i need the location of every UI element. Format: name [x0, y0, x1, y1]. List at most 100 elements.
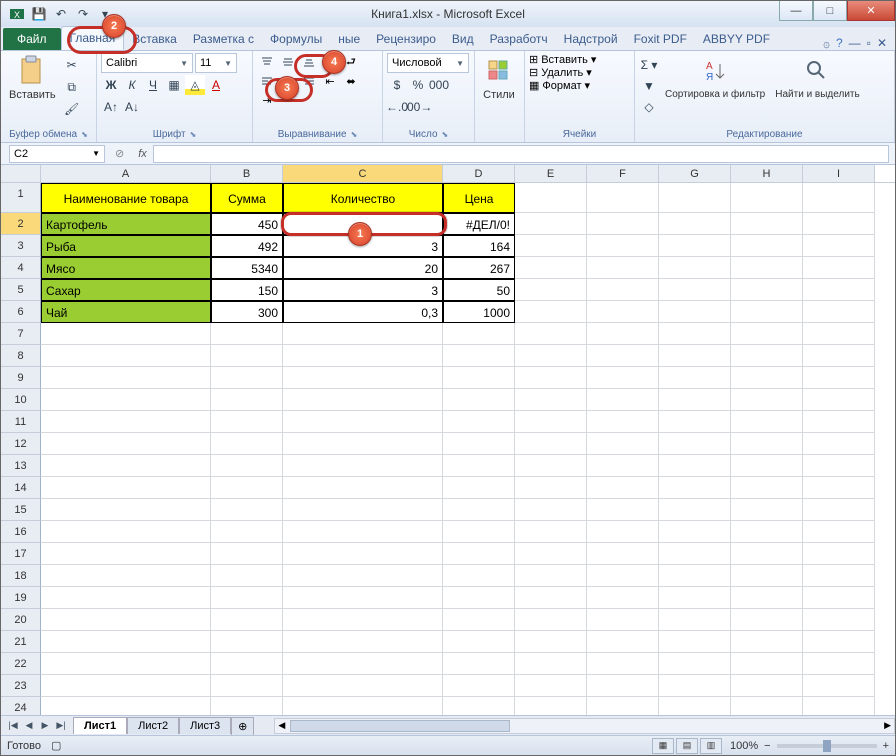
row-header[interactable]: 7 [1, 323, 41, 345]
row-header[interactable]: 3 [1, 235, 41, 257]
cell[interactable] [211, 675, 283, 697]
cell[interactable] [283, 609, 443, 631]
cell[interactable] [803, 587, 875, 609]
currency-icon[interactable]: $ [387, 75, 407, 95]
cell[interactable] [211, 345, 283, 367]
cell[interactable] [803, 521, 875, 543]
cell[interactable]: 50 [443, 279, 515, 301]
cell[interactable] [515, 653, 587, 675]
cell[interactable] [283, 411, 443, 433]
cell[interactable] [587, 675, 659, 697]
redo-icon[interactable]: ↷ [73, 4, 93, 24]
col-header-I[interactable]: I [803, 165, 875, 182]
cell[interactable] [731, 631, 803, 653]
border-icon[interactable]: ▦ [164, 75, 184, 95]
cell[interactable] [587, 301, 659, 323]
save-icon[interactable]: 💾 [29, 4, 49, 24]
cell[interactable] [803, 697, 875, 715]
cell[interactable] [731, 183, 803, 213]
cell[interactable] [283, 521, 443, 543]
row-header[interactable]: 16 [1, 521, 41, 543]
cell[interactable] [211, 697, 283, 715]
close-button[interactable]: ✕ [847, 1, 895, 21]
cell[interactable] [803, 323, 875, 345]
cell[interactable]: 492 [211, 235, 283, 257]
merge-icon[interactable]: ⬌ [341, 72, 361, 90]
row-header[interactable]: 8 [1, 345, 41, 367]
cell[interactable] [659, 543, 731, 565]
cell[interactable] [731, 521, 803, 543]
cell[interactable]: Наименование товара [41, 183, 211, 213]
cell[interactable] [803, 367, 875, 389]
bold-icon[interactable]: Ж [101, 75, 121, 95]
cell[interactable] [803, 257, 875, 279]
cell[interactable] [659, 183, 731, 213]
tab-insert[interactable]: Вставка [124, 28, 185, 50]
cell[interactable]: 5340 [211, 257, 283, 279]
cell[interactable] [41, 499, 211, 521]
cell[interactable] [41, 587, 211, 609]
sheet-tab-3[interactable]: Лист3 [179, 717, 231, 734]
cell[interactable]: 300 [211, 301, 283, 323]
cell[interactable] [443, 411, 515, 433]
cell[interactable] [803, 213, 875, 235]
launcher-icon[interactable]: ⬊ [351, 130, 358, 139]
cell[interactable] [659, 653, 731, 675]
cell[interactable] [211, 455, 283, 477]
cell[interactable] [515, 433, 587, 455]
tab-formulas[interactable]: Формулы [262, 28, 330, 50]
cell[interactable] [41, 367, 211, 389]
decrease-indent-icon[interactable]: ⇤ [320, 72, 340, 90]
cell[interactable] [731, 345, 803, 367]
cell[interactable] [803, 301, 875, 323]
cell[interactable] [659, 587, 731, 609]
cell[interactable] [587, 521, 659, 543]
cell[interactable] [443, 389, 515, 411]
cell[interactable] [659, 389, 731, 411]
page-layout-view-icon[interactable]: ▤ [676, 738, 698, 754]
cell[interactable] [731, 609, 803, 631]
cell[interactable]: Количество [283, 183, 443, 213]
cell[interactable] [41, 477, 211, 499]
cell[interactable] [283, 455, 443, 477]
zoom-level[interactable]: 100% [730, 740, 758, 752]
cell[interactable] [587, 543, 659, 565]
cell[interactable] [515, 235, 587, 257]
font-color-icon[interactable]: A [206, 75, 226, 95]
next-sheet-icon[interactable]: ▶ [37, 718, 53, 734]
cell[interactable]: 164 [443, 235, 515, 257]
col-header-E[interactable]: E [515, 165, 587, 182]
align-bottom-icon[interactable] [299, 53, 319, 71]
cell[interactable] [803, 565, 875, 587]
cell[interactable] [731, 411, 803, 433]
cell[interactable] [731, 323, 803, 345]
cell[interactable]: 267 [443, 257, 515, 279]
tab-foxit[interactable]: Foxit PDF [626, 28, 695, 50]
cell[interactable] [731, 433, 803, 455]
col-header-H[interactable]: H [731, 165, 803, 182]
cell[interactable] [41, 675, 211, 697]
cell[interactable] [211, 367, 283, 389]
cell[interactable] [659, 323, 731, 345]
col-header-G[interactable]: G [659, 165, 731, 182]
cell[interactable] [803, 183, 875, 213]
cell[interactable] [803, 279, 875, 301]
cell[interactable] [211, 565, 283, 587]
cell[interactable] [731, 697, 803, 715]
cell[interactable] [803, 631, 875, 653]
cell[interactable] [283, 697, 443, 715]
tab-view[interactable]: Вид [444, 28, 482, 50]
cell[interactable]: Рыба [41, 235, 211, 257]
cell[interactable]: 1000 [443, 301, 515, 323]
font-size-combo[interactable]: 11▼ [195, 53, 237, 73]
cell[interactable]: Картофель [41, 213, 211, 235]
row-header[interactable]: 9 [1, 367, 41, 389]
cell[interactable] [731, 587, 803, 609]
row-header[interactable]: 24 [1, 697, 41, 715]
cell[interactable] [803, 389, 875, 411]
cell[interactable] [283, 367, 443, 389]
launcher-icon[interactable]: ⬊ [442, 130, 449, 139]
cell[interactable] [587, 235, 659, 257]
cell[interactable]: #ДЕЛ/0! [443, 213, 515, 235]
cell[interactable] [211, 411, 283, 433]
